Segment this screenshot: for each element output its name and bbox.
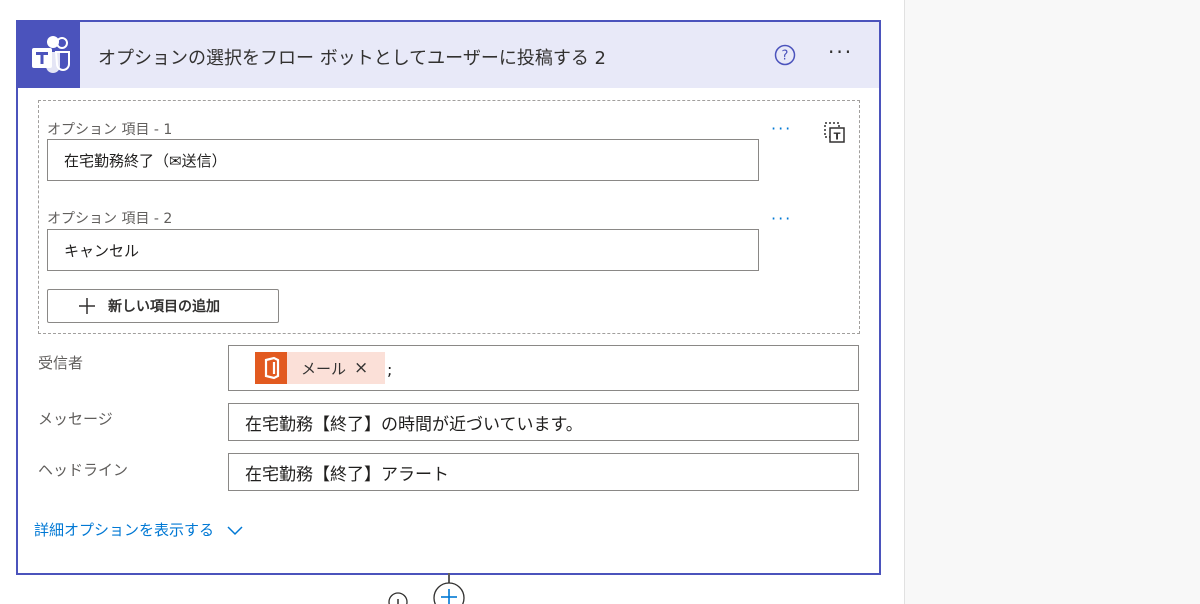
- plus-icon: [79, 298, 95, 314]
- recipient-label: 受信者: [38, 354, 84, 372]
- right-pane: [904, 0, 1200, 604]
- option-item-2-label: オプション 項目 - 2: [47, 211, 173, 227]
- info-icon[interactable]: [385, 588, 411, 604]
- option-item-2-input[interactable]: キャンセル: [47, 229, 759, 271]
- more-options-icon[interactable]: ···: [828, 40, 853, 64]
- add-item-button[interactable]: 新しい項目の追加: [47, 289, 279, 323]
- card-title: オプションの選択をフロー ボットとしてユーザーに投稿する 2: [98, 48, 606, 69]
- recipient-token-label: メール: [301, 359, 347, 378]
- help-icon[interactable]: ?: [774, 44, 796, 66]
- remove-token-icon[interactable]: ×: [354, 358, 368, 378]
- add-step-icon[interactable]: [431, 580, 467, 604]
- add-item-label: 新しい項目の追加: [108, 299, 220, 315]
- copy-icon[interactable]: T: [823, 121, 847, 149]
- recipient-input[interactable]: メール × ;: [228, 345, 859, 391]
- option-item-1-more-icon[interactable]: ···: [771, 119, 792, 138]
- card-header[interactable]: オプションの選択をフロー ボットとしてユーザーに投稿する 2 ? ···: [18, 22, 879, 88]
- options-group: オプション 項目 - 1 ··· T 在宅勤務終了（✉送信） オプション 項目 …: [38, 100, 860, 334]
- teams-icon: [18, 22, 80, 88]
- action-card: オプションの選択をフロー ボットとしてユーザーに投稿する 2 ? ··· オプシ…: [16, 20, 881, 575]
- show-advanced-options-label: 詳細オプションを表示する: [34, 521, 215, 539]
- headline-input[interactable]: 在宅勤務【終了】アラート: [228, 453, 859, 491]
- show-advanced-options-link[interactable]: 詳細オプションを表示する: [34, 519, 244, 540]
- message-label: メッセージ: [38, 410, 113, 428]
- option-item-1-input[interactable]: 在宅勤務終了（✉送信）: [47, 139, 759, 181]
- recipient-token[interactable]: メール ×: [255, 352, 385, 384]
- office365-icon: [255, 352, 287, 384]
- svg-text:T: T: [834, 132, 841, 143]
- recipient-separator: ;: [387, 360, 393, 379]
- chevron-down-icon: [227, 525, 243, 535]
- svg-text:?: ?: [782, 49, 789, 64]
- headline-label: ヘッドライン: [38, 461, 129, 479]
- message-input[interactable]: 在宅勤務【終了】の時間が近づいています。: [228, 403, 859, 441]
- option-item-2-more-icon[interactable]: ···: [771, 209, 792, 228]
- option-item-1-label: オプション 項目 - 1: [47, 122, 173, 138]
